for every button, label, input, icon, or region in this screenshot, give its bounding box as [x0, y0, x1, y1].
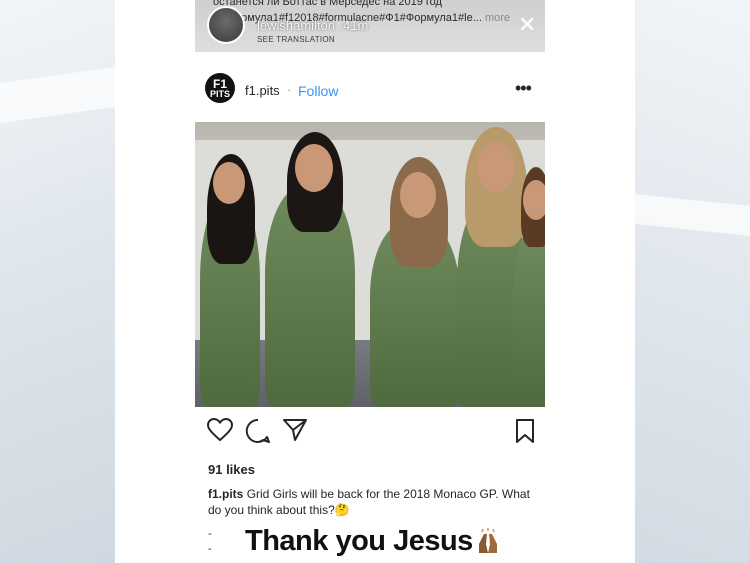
post-username[interactable]: f1.pits: [245, 83, 280, 98]
story-time: 41m: [343, 18, 369, 33]
photo-head: [400, 172, 436, 218]
bookmark-icon[interactable]: [515, 418, 535, 449]
story-username-row: lewishamilton 41m: [257, 18, 368, 33]
photo-figure: [513, 232, 545, 407]
more-options-icon[interactable]: •••: [515, 78, 532, 99]
share-icon[interactable]: [282, 418, 308, 447]
story-avatar[interactable]: [207, 6, 245, 44]
photo-head: [523, 180, 545, 220]
post-header: F1 PITS f1.pits · Follow •••: [195, 60, 545, 122]
photo-head: [213, 162, 245, 204]
heart-icon[interactable]: [206, 417, 234, 447]
post-photo[interactable]: [195, 122, 545, 407]
separator-dot: ·: [287, 82, 292, 97]
story-username[interactable]: lewishamilton: [257, 18, 335, 33]
avatar-logo-subtext: PITS: [209, 89, 230, 99]
comment-line: -: [208, 543, 212, 555]
comment-icon[interactable]: [245, 418, 271, 449]
caption-username[interactable]: f1.pits: [208, 487, 243, 501]
close-icon[interactable]: ✕: [518, 14, 536, 36]
praying-hands-icon: [473, 528, 503, 554]
background-right: [635, 0, 750, 563]
overlay-caption-text: Thank you Jesus: [245, 525, 473, 557]
post-caption: f1.pits Grid Girls will be back for the …: [208, 486, 538, 518]
likes-count[interactable]: 91 likes: [208, 462, 255, 477]
photo-head: [477, 142, 515, 192]
story-header: останется ли Боттас в Мерседес на 2019 г…: [195, 0, 545, 52]
post-avatar[interactable]: F1 PITS: [205, 73, 235, 103]
photo-head: [295, 144, 333, 192]
see-translation-link[interactable]: SEE TRANSLATION: [257, 35, 335, 44]
post-action-bar: [195, 417, 545, 454]
avatar-logo-text: F1: [212, 77, 227, 91]
comment-line: -: [208, 528, 212, 540]
follow-button[interactable]: Follow: [298, 83, 338, 99]
overlay-caption: Thank you Jesus: [245, 525, 503, 558]
caption-text: Grid Girls will be back for the 2018 Mon…: [208, 487, 530, 517]
story-more-link[interactable]: more: [485, 12, 510, 24]
story-caption: останется ли Боттас в Мерседес на 2019 г…: [213, 0, 442, 8]
instagram-screen: останется ли Боттас в Мерседес на 2019 г…: [115, 0, 635, 563]
